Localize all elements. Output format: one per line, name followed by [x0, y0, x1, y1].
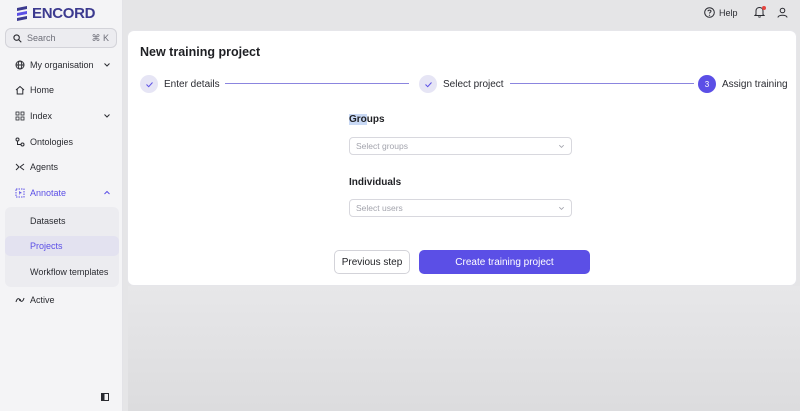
index-icon — [15, 111, 25, 121]
page-title: New training project — [140, 45, 261, 59]
step-done-indicator — [140, 75, 158, 93]
step-connector — [225, 83, 409, 84]
sidebar-item-label: Workflow templates — [30, 267, 109, 277]
create-training-project-button[interactable]: Create training project — [419, 250, 590, 274]
sidebar-item-label: My organisation — [30, 60, 94, 70]
ontology-icon — [15, 137, 25, 147]
step-label: Select project — [443, 78, 504, 90]
search-icon — [13, 33, 22, 43]
sidebar-item-label: Home — [30, 85, 55, 95]
step-connector — [510, 83, 694, 84]
annotate-icon — [15, 188, 25, 198]
sidebar-item-projects[interactable]: Projects — [5, 236, 119, 256]
sidebar-item-agents[interactable]: Agents — [5, 157, 119, 177]
help-label: Help — [719, 7, 738, 18]
encord-logo[interactable]: ENCORD — [15, 4, 96, 22]
encord-logo-icon — [17, 6, 27, 21]
groups-select[interactable]: Select groups — [349, 137, 572, 155]
active-icon — [15, 297, 25, 303]
step-assign-training[interactable]: 3 Assign training — [698, 75, 788, 93]
sidebar-item-ontologies[interactable]: Ontologies — [5, 132, 119, 152]
groups-label: Groups — [349, 114, 385, 125]
search-placeholder: Search — [27, 33, 56, 43]
chevron-down-icon — [104, 114, 110, 118]
sidebar-item-datasets[interactable]: Datasets — [5, 211, 119, 231]
search-shortcut: ⌘ K — [91, 32, 109, 43]
chevron-up-icon — [104, 190, 110, 195]
step-label: Assign training — [722, 78, 788, 90]
page-background — [128, 286, 800, 411]
sidebar-item-label: Active — [30, 295, 55, 305]
step-enter-details[interactable]: Enter details — [140, 75, 220, 93]
step-select-project[interactable]: Select project — [419, 75, 504, 93]
globe-icon — [15, 60, 25, 70]
chevron-down-icon — [559, 144, 564, 148]
chevron-down-icon — [559, 206, 564, 210]
step-label: Enter details — [164, 78, 220, 90]
sidebar: ENCORD Search ⌘ K My organisation Home I… — [0, 0, 123, 411]
chevron-down-icon — [104, 63, 110, 67]
sidebar-item-workflow-templates[interactable]: Workflow templates — [5, 262, 119, 282]
check-icon — [145, 81, 153, 87]
home-icon — [15, 85, 25, 95]
search-input[interactable]: Search ⌘ K — [5, 28, 117, 48]
groups-placeholder: Select groups — [356, 141, 408, 151]
sidebar-item-home[interactable]: Home — [5, 80, 119, 100]
step-done-indicator — [419, 75, 437, 93]
agents-icon — [15, 163, 25, 171]
sidebar-item-label: Ontologies — [30, 137, 74, 147]
user-account-icon[interactable] — [777, 7, 788, 18]
sidebar-item-label: Projects — [30, 241, 63, 251]
groups-label-selected-text: Gro — [349, 114, 367, 125]
individuals-label: Individuals — [349, 177, 402, 188]
check-icon — [424, 81, 432, 87]
collapse-sidebar-icon[interactable] — [101, 393, 109, 401]
groups-label-rest: ups — [366, 114, 385, 125]
help-icon — [704, 7, 715, 18]
logo-text: ENCORD — [32, 4, 96, 22]
sidebar-item-label: Annotate — [30, 188, 67, 198]
step-number: 3 — [698, 75, 716, 93]
training-project-card: New training project Enter details Selec… — [128, 31, 796, 285]
sidebar-item-active[interactable]: Active — [5, 290, 119, 310]
users-select[interactable]: Select users — [349, 199, 572, 217]
help-button[interactable]: Help — [704, 7, 738, 18]
sidebar-item-my-organisation[interactable]: My organisation — [5, 55, 119, 75]
sidebar-item-label: Index — [30, 111, 53, 121]
sidebar-item-label: Agents — [30, 162, 59, 172]
previous-step-button[interactable]: Previous step — [334, 250, 410, 274]
sidebar-item-label: Datasets — [30, 216, 66, 226]
users-placeholder: Select users — [356, 203, 403, 213]
sidebar-item-annotate[interactable]: Annotate — [5, 183, 119, 203]
notification-badge — [762, 6, 766, 10]
sidebar-item-index[interactable]: Index — [5, 106, 119, 126]
